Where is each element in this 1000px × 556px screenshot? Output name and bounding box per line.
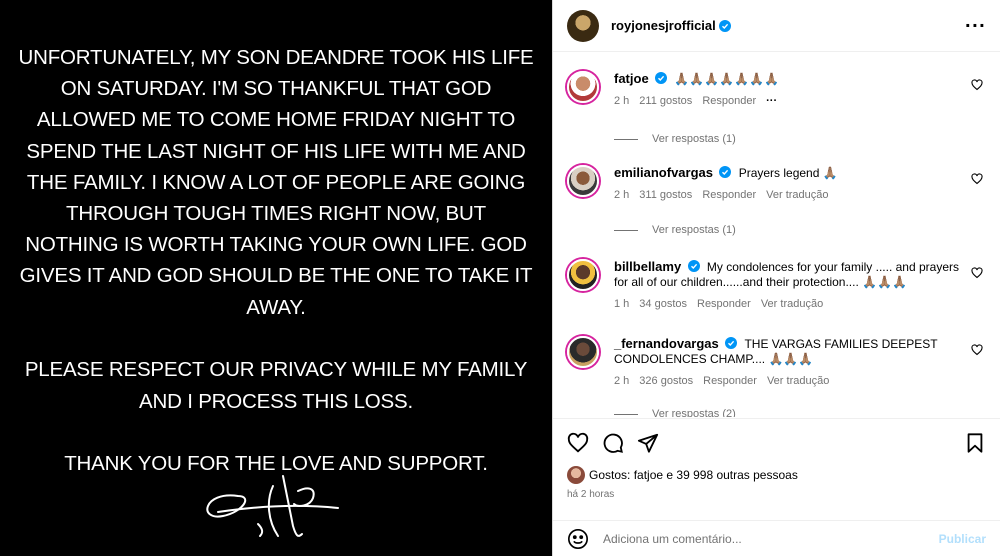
comment-input[interactable] — [603, 531, 903, 546]
comment-item: fatjoe 🙏🏽🙏🏽🙏🏽🙏🏽🙏🏽🙏🏽🙏🏽 2 h 211 gostos Res… — [567, 71, 987, 109]
author-username[interactable]: royjonesjrofficial — [611, 18, 716, 33]
comment-options-icon[interactable]: ··· — [766, 94, 777, 109]
comment-item: billbellamy My condolences for your fami… — [567, 259, 987, 312]
post-paragraph-2: PLEASE RESPECT OUR PRIVACY WHILE MY FAMI… — [24, 358, 528, 413]
comments-list: fatjoe 🙏🏽🙏🏽🙏🏽🙏🏽🙏🏽🙏🏽🙏🏽 2 h 211 gostos Res… — [553, 53, 1000, 417]
post-image: UNFORTUNATELY, MY SON DEANDRE TOOK HIS L… — [0, 0, 552, 556]
verified-badge-icon — [718, 19, 731, 32]
like-comment-heart-icon[interactable] — [971, 173, 983, 185]
share-plane-icon[interactable] — [637, 432, 659, 454]
commenter-avatar[interactable] — [567, 336, 599, 368]
commenter-username[interactable]: billbellamy — [614, 259, 681, 274]
publish-button[interactable]: Publicar — [939, 532, 986, 546]
replies-divider — [614, 413, 638, 415]
author-avatar[interactable] — [567, 9, 599, 42]
view-replies-label: Ver respostas (2) — [652, 408, 736, 417]
instagram-post-view: UNFORTUNATELY, MY SON DEANDRE TOOK HIS L… — [0, 0, 1000, 556]
replies-divider — [614, 229, 638, 231]
view-replies-label: Ver respostas (1) — [652, 133, 736, 145]
post-time-ago: há 2 horas — [567, 489, 615, 500]
view-replies-button[interactable]: Ver respostas (1) — [614, 224, 736, 236]
comment-text: Prayers legend 🙏🏽 — [738, 166, 838, 180]
verified-badge-icon — [719, 166, 732, 178]
commenter-username[interactable]: fatjoe — [614, 71, 649, 86]
post-header: royjonesjrofficial ··· — [553, 0, 1000, 52]
translate-button[interactable]: Ver tradução — [761, 297, 823, 312]
like-comment-heart-icon[interactable] — [971, 344, 983, 356]
likes-prefix: Gostos: — [589, 468, 631, 482]
like-heart-icon[interactable] — [567, 432, 589, 454]
comment-item: _fernandovargas THE VARGAS FAMILIES DEEP… — [567, 336, 987, 389]
like-comment-heart-icon[interactable] — [971, 267, 983, 279]
view-replies-button[interactable]: Ver respostas (1) — [614, 133, 736, 145]
commenter-avatar[interactable] — [567, 71, 599, 103]
add-comment-bar: Publicar — [553, 520, 1000, 556]
verified-badge-icon — [655, 72, 668, 84]
reply-button[interactable]: Responder — [697, 297, 751, 312]
liker-avatar — [567, 466, 585, 484]
comment-likes[interactable]: 211 gostos — [639, 94, 692, 109]
signature-image — [206, 475, 339, 537]
view-replies-button[interactable]: Ver respostas (2) — [614, 408, 736, 417]
post-paragraph-1: UNFORTUNATELY, MY SON DEANDRE TOOK HIS L… — [18, 46, 534, 319]
comment-item: emilianofvargas Prayers legend 🙏🏽 2 h 31… — [567, 165, 987, 203]
commenter-username[interactable]: emilianofvargas — [614, 165, 713, 180]
translate-button[interactable]: Ver tradução — [766, 188, 828, 203]
comment-likes[interactable]: 326 gostos — [639, 374, 693, 389]
comment-bubble-icon[interactable] — [602, 432, 624, 454]
more-options-icon[interactable]: ··· — [965, 16, 986, 35]
like-comment-heart-icon[interactable] — [971, 79, 983, 91]
comment-time: 2 h — [614, 375, 630, 387]
comment-likes[interactable]: 34 gostos — [639, 297, 687, 312]
reply-button[interactable]: Responder — [703, 374, 757, 389]
likes-count[interactable]: e 39 998 outras pessoas — [666, 468, 797, 482]
commenter-avatar[interactable] — [567, 259, 599, 291]
reply-button[interactable]: Responder — [702, 94, 756, 109]
comments-panel: royjonesjrofficial ··· fatjoe 🙏🏽🙏🏽🙏🏽🙏🏽🙏🏽… — [552, 0, 1000, 556]
comment-time: 1 h — [614, 298, 630, 310]
comment-text: 🙏🏽🙏🏽🙏🏽🙏🏽🙏🏽🙏🏽🙏🏽 — [674, 72, 779, 86]
comment-likes[interactable]: 311 gostos — [639, 188, 692, 203]
bookmark-icon[interactable] — [964, 432, 986, 454]
replies-divider — [614, 138, 638, 140]
liker-username[interactable]: fatjoe — [634, 468, 663, 482]
post-text: UNFORTUNATELY, MY SON DEANDRE TOOK HIS L… — [18, 42, 534, 511]
translate-button[interactable]: Ver tradução — [767, 374, 829, 389]
comment-time: 2 h — [614, 95, 630, 107]
view-replies-label: Ver respostas (1) — [652, 224, 736, 236]
commenter-avatar[interactable] — [567, 165, 599, 197]
emoji-smiley-icon[interactable] — [567, 528, 589, 550]
verified-badge-icon — [687, 260, 700, 272]
verified-badge-icon — [725, 337, 738, 349]
commenter-username[interactable]: _fernandovargas — [614, 336, 719, 351]
likes-summary[interactable]: Gostos: fatjoe e 39 998 outras pessoas — [567, 466, 798, 484]
action-bar — [553, 418, 1000, 457]
reply-button[interactable]: Responder — [702, 188, 756, 203]
comment-time: 2 h — [614, 189, 630, 201]
